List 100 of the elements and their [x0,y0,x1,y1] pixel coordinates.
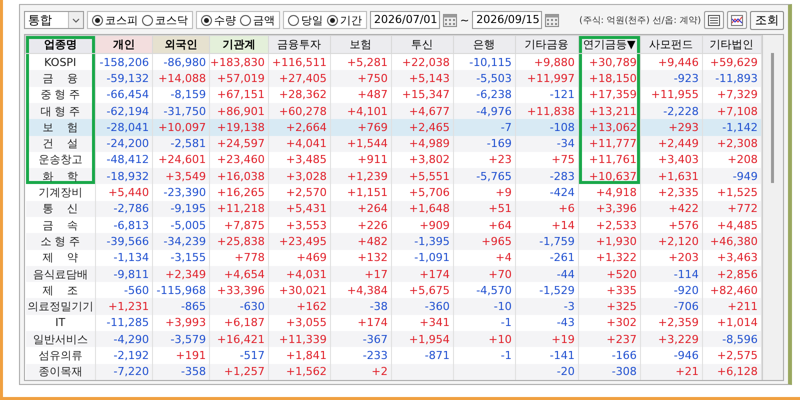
radio-option[interactable]: 코스피 [92,12,138,28]
value-cell: +11,777 [578,136,640,152]
value-cell: +1,648 [391,200,454,217]
radio-option[interactable]: 금액 [240,12,275,28]
value-cell: +1,257 [210,364,268,380]
column-header[interactable]: 은행 [453,36,516,54]
sector-name[interactable]: 대 형 주 [26,102,96,120]
sector-name[interactable]: 금 융 [26,70,96,87]
value-cell: +60,278 [268,102,330,120]
scrollbar-thumb[interactable] [771,53,774,183]
value-cell: -3 [515,298,578,315]
value-cell: +2,449 [640,136,702,152]
value-cell: +237 [578,331,640,348]
value-cell: +2,856 [702,266,762,282]
value-cell: +7,108 [702,102,762,120]
value-cell: -24,200 [96,136,152,152]
date-separator: ~ [460,14,470,26]
value-cell: -5,503 [453,70,516,87]
column-header[interactable]: 기관계 [210,36,268,54]
start-date-field[interactable]: 2026/07/01 [370,11,440,29]
value-cell: +211 [702,298,762,315]
value-cell: +18,150 [578,70,640,87]
value-cell: +10,097 [152,119,210,136]
value-cell: -1,142 [702,119,762,136]
column-header[interactable]: 보험 [330,36,392,54]
unit-note: (주식: 억원(천주) 선/옵: 계약) [579,14,701,26]
value-cell: +25,838 [210,233,268,250]
column-header[interactable]: 연기금등▼ [578,36,640,54]
end-date-field[interactable]: 2026/09/15 [472,11,542,29]
value-cell: +14,088 [152,70,210,87]
value-cell: -31,750 [152,102,210,120]
value-cell: +4,101 [330,102,392,120]
column-header[interactable]: 외국인 [152,36,210,54]
value-cell: +4,989 [391,136,454,152]
value-cell: -923 [640,70,702,87]
value-cell: +422 [640,200,702,217]
value-cell: -59,132 [96,70,152,87]
value-cell: -9,811 [96,266,152,282]
value-cell: -28,041 [96,119,152,136]
column-header[interactable]: 개인 [96,36,152,54]
sector-name[interactable]: 통 신 [26,200,96,217]
radio-option[interactable]: 코스닥 [142,12,188,28]
value-cell: -706 [640,298,702,315]
value-cell: -38 [330,298,392,315]
column-header[interactable]: 사모펀드 [640,36,702,54]
market-dropdown[interactable]: 통합 [24,11,84,29]
column-header[interactable]: 기타금융 [515,36,578,54]
value-cell: +750 [330,70,392,87]
value-cell: +174 [391,266,454,282]
value-cell: -4,290 [96,331,152,348]
scrollbar[interactable] [762,35,783,380]
value-cell: +86,901 [210,102,268,120]
chart-button[interactable] [727,11,747,29]
column-header[interactable]: 업종명 [26,36,96,54]
value-cell: +162 [268,298,330,315]
value-cell: +16,038 [210,168,268,184]
value-cell: +57,019 [210,70,268,87]
sector-name[interactable]: 보 험 [26,119,96,136]
sector-name[interactable]: 소 형 주 [26,233,96,250]
value-cell: +11,339 [268,331,330,348]
value-cell: +2,308 [702,136,762,152]
value-cell: +11,997 [515,70,578,87]
value-cell: +264 [330,200,392,217]
sector-name[interactable]: 종이목재 [26,364,96,380]
value-cell: +1,231 [96,298,152,315]
radio-option[interactable]: 수량 [201,12,236,28]
value-cell: -2,786 [96,200,152,217]
value-cell: -949 [702,168,762,184]
value-cell: -360 [391,298,454,315]
value-cell: +3,549 [152,168,210,184]
column-header[interactable]: 기타법인 [702,36,762,54]
radio-option[interactable]: 당일 [288,12,323,28]
calendar-icon[interactable] [443,14,457,26]
value-cell: +1,239 [330,168,392,184]
column-header[interactable]: 금융투자 [268,36,330,54]
sector-name[interactable]: 의료정밀기기 [26,298,96,315]
value-cell: -2,581 [152,136,210,152]
chevron-down-icon [72,18,80,22]
value-cell: -18,932 [96,168,152,184]
sector-name[interactable]: 음식료담배 [26,266,96,282]
sector-name[interactable]: 화 학 [26,168,96,184]
value-cell: +17 [330,266,392,282]
value-cell: +2,120 [640,233,702,250]
radio-option[interactable]: 기간 [327,12,362,28]
sector-name[interactable]: 건 설 [26,136,96,152]
value-cell: -630 [210,298,268,315]
value-cell: -2,228 [640,102,702,120]
value-cell: +4,041 [268,136,330,152]
value-cell: +5,551 [391,168,454,184]
value-cell: -283 [515,168,578,184]
list-button[interactable] [704,11,724,29]
value-cell: -4,976 [453,102,516,120]
column-header[interactable]: 투신 [391,36,454,54]
value-cell: +4,677 [391,102,454,120]
value-cell: +1,631 [640,168,702,184]
calendar-icon[interactable] [545,14,560,26]
search-button[interactable]: 조회 [750,10,784,30]
sector-name[interactable]: 일반서비스 [26,331,96,348]
value-cell: +11,218 [210,200,268,217]
value-cell: -9,195 [152,200,210,217]
